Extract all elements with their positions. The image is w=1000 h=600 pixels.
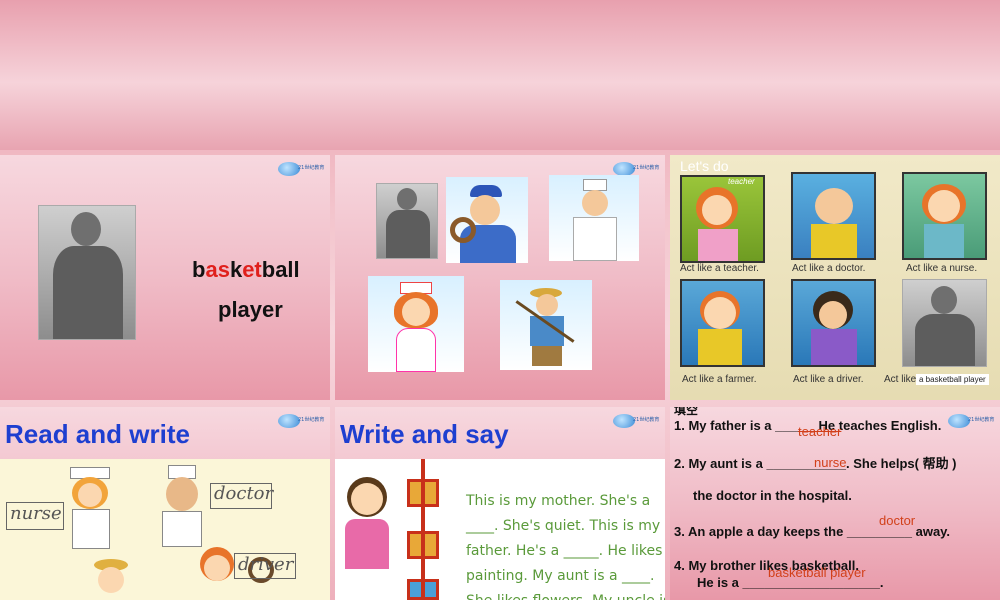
driver-card (446, 177, 528, 263)
farmer-card (500, 280, 592, 370)
label-box-nurse (6, 502, 64, 530)
top-banner (0, 0, 1000, 150)
logo-icon: 21世纪教育 (613, 414, 659, 430)
slide-read-and-write[interactable]: 21世纪教育 Read and write nurse doctor drive… (0, 407, 330, 600)
caption-driver: Act like a driver. (793, 374, 864, 385)
cell-doctor (791, 172, 876, 260)
answer-1: teacher (798, 424, 842, 439)
logo-icon: 21世纪教育 (948, 414, 994, 430)
label-box-driver (234, 553, 296, 579)
slide-write-and-say[interactable]: 21世纪教育 Write and say This is my mother. … (335, 407, 665, 600)
caption-farmer: Act like a farmer. (682, 374, 757, 385)
slide-occupations[interactable]: 21世纪教育 (335, 155, 665, 400)
exercise-2-cont: the doctor in the hospital. (693, 488, 852, 503)
lets-do-title: Let's do (680, 158, 729, 174)
exercise-header: 填空 (674, 407, 699, 417)
word-basketball: basketball (192, 257, 300, 282)
doctor-card (549, 175, 639, 261)
teacher-tag: teacher (728, 177, 755, 186)
slide-fill-in-blanks[interactable]: 21世纪教育 填空 1. My father is a ______He tea… (670, 407, 1000, 600)
poem-text: This is my mother. She's a ____. She's q… (466, 493, 665, 600)
caption-doctor: Act like a doctor. (792, 263, 866, 274)
caption-act-like: Act like (884, 374, 917, 385)
write-and-say-title: Write and say (340, 419, 509, 449)
basketball-player-photo (38, 205, 136, 340)
basketball-player-photo (376, 183, 438, 259)
slide-lets-do[interactable]: Let's do teacher Act like a teacher. Act… (670, 155, 1000, 400)
cell-nurse (902, 172, 987, 260)
read-and-write-title: Read and write (5, 419, 190, 449)
caption-teacher: Act like a teacher. (680, 263, 759, 274)
label-box-doctor (210, 483, 272, 509)
caption-nurse: Act like a nurse. (906, 263, 978, 274)
basketball-player-tag: a basketball player (916, 374, 989, 385)
cell-farmer (680, 279, 765, 367)
basketball-player-photo (902, 279, 987, 367)
slide-basketball-player[interactable]: 21世纪教育 basketball player (0, 155, 330, 400)
answer-4: basketball player (768, 565, 866, 580)
word-player: player (218, 297, 283, 322)
answer-2: nurse (814, 455, 847, 470)
cell-teacher (680, 175, 765, 263)
logo-icon: 21世纪教育 (278, 162, 324, 178)
nurse-card (368, 276, 464, 372)
cell-driver (791, 279, 876, 367)
logo-icon: 21世纪教育 (278, 414, 324, 430)
answer-3: doctor (879, 513, 916, 528)
